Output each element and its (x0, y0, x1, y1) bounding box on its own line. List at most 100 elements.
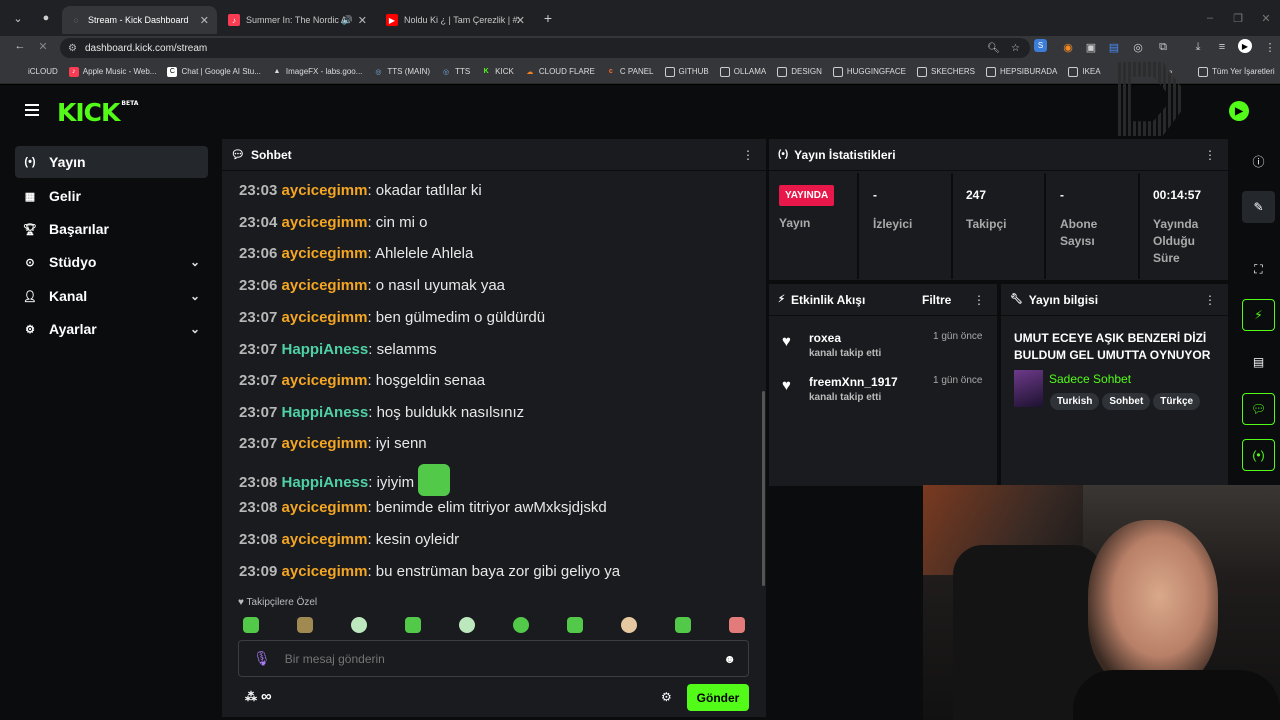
stream-info-menu-icon[interactable]: ⋮ (1204, 293, 1216, 307)
bookmark-cpanel[interactable]: cC PANEL (606, 67, 654, 77)
close-window-icon[interactable]: ✕ (1258, 10, 1274, 26)
emote-icon[interactable] (351, 617, 367, 633)
chat-settings-icon[interactable]: ⚙ (661, 690, 672, 704)
send-button[interactable]: Gönder (687, 684, 749, 711)
microphone-icon[interactable]: 🎙︎ (253, 650, 271, 667)
kick-logo[interactable]: KICK BETA (57, 98, 138, 127)
emote-icon[interactable] (405, 617, 421, 633)
bookmark-tts-main[interactable]: ◎ TTS (MAIN) (373, 67, 430, 77)
tts-icon: ◎ (443, 68, 450, 76)
media-control-icon[interactable]: ≡ (1214, 39, 1230, 55)
user-avatar[interactable]: ▶ (1229, 101, 1249, 121)
back-icon[interactable]: ← (12, 38, 28, 54)
chat-input-box[interactable]: 🎙︎ ☻ (238, 640, 749, 677)
bookmark-ai-studio[interactable]: C Chat | Google AI Stu... (167, 66, 261, 77)
emote-icon[interactable] (297, 617, 313, 633)
chat-menu-icon[interactable]: ⋮ (742, 148, 754, 162)
bookmark-cloudflare[interactable]: ☁ CLOUD FLARE (525, 67, 595, 77)
tab-search-icon[interactable]: ⌄ (10, 10, 26, 26)
emote-icon[interactable] (675, 617, 691, 633)
close-tab-icon[interactable]: ✕ (358, 14, 367, 27)
bookmark-kick[interactable]: K KICK (481, 67, 514, 77)
tag[interactable]: Türkçe (1153, 393, 1201, 410)
tag[interactable]: Sohbet (1102, 393, 1151, 410)
activity-event-time: 1 gün önce (933, 331, 983, 342)
bookmark-icloud[interactable]: iCLOUD (14, 67, 58, 77)
url-text: dashboard.kick.com/stream (84, 42, 208, 54)
bookmark-folder-huggingface[interactable]: HUGGINGFACE (832, 66, 906, 77)
loading-icon: ◌ (73, 15, 79, 25)
notes-rail-icon[interactable]: ▤ (1242, 346, 1275, 378)
stats-menu-icon[interactable]: ⋮ (1204, 148, 1216, 162)
url-field[interactable]: ⚙ dashboard.kick.com/stream 🔍︎ ☆ (60, 38, 1030, 58)
maximize-icon[interactable]: ❐ (1230, 10, 1246, 26)
browser-tab-stream[interactable]: ◌ Stream - Kick Dashboard ✕ (62, 6, 217, 34)
bookmark-folder-ikea[interactable]: IKEA (1068, 66, 1101, 77)
bookmark-imagefx[interactable]: ▲ ImageFX - labs.goo... (272, 67, 362, 77)
filter-button[interactable]: Filtre (922, 293, 951, 307)
new-tab-icon[interactable]: + (540, 10, 556, 26)
bookmark-folder-ollama[interactable]: OLLAMA (719, 66, 766, 77)
extension-s-icon[interactable]: S (1034, 39, 1047, 52)
chat-header: 💬︎ Sohbet (222, 139, 766, 171)
category-thumbnail[interactable] (1014, 370, 1043, 407)
emote-icon[interactable] (729, 617, 745, 633)
extension-gamepad-icon[interactable]: ▣ (1083, 39, 1099, 55)
bookmark-folder-github[interactable]: GITHUB (664, 66, 709, 77)
browser-menu-icon[interactable]: ⋮ (1262, 39, 1278, 55)
minimize-icon[interactable]: – (1202, 10, 1218, 26)
browser-tab-music[interactable]: ♪ Summer In: The Nordic Arc 🔊 ✕ (220, 6, 375, 34)
sidebar-item-gelir[interactable]: ▦ Gelir (15, 180, 208, 212)
stat-takipci: 247 Takipçi (966, 188, 1007, 231)
bookmark-apple-music[interactable]: ♪ Apple Music - Web... (68, 66, 156, 77)
bookmark-folder-skechers[interactable]: SKECHERS (917, 66, 975, 77)
zoom-icon[interactable]: 🔍︎ (987, 43, 1000, 54)
site-info-icon[interactable]: ⚙ (68, 43, 77, 54)
channel-points[interactable]: ⁂ ∞ (245, 688, 272, 705)
sidebar-item-studyo[interactable]: ⊙ Stüdyo ⌄ (15, 246, 208, 278)
chat-scrollbar[interactable] (762, 391, 765, 586)
browser-tab-youtube[interactable]: ▶ Noldu Ki ¿ | Tam Çerezlik | #244 ✕ (378, 6, 533, 34)
close-tab-icon[interactable]: ✕ (200, 14, 209, 27)
emote-icon[interactable] (513, 617, 529, 633)
sidebar-item-basarilar[interactable]: 🏆︎ Başarılar (15, 213, 208, 245)
bookmark-folder-hepsiburada[interactable]: HEPSIBURADA (986, 66, 1057, 77)
frog-emote-icon (418, 464, 451, 496)
activity-rail-icon[interactable]: ⚡︎ (1242, 299, 1275, 331)
emote-icon[interactable] (621, 617, 637, 633)
chat-rail-icon[interactable]: 💬︎ (1242, 393, 1275, 425)
sidebar-item-kanal[interactable]: 👤︎ Kanal ⌄ (15, 280, 208, 312)
extensions-icon[interactable]: ⧉ (1155, 39, 1171, 55)
emote-icon[interactable] (567, 617, 583, 633)
emoji-picker-icon[interactable]: ☻ (723, 652, 736, 666)
sidebar-item-ayarlar[interactable]: ⚙ Ayarlar ⌄ (15, 313, 208, 345)
extension-circle-icon[interactable]: ◎ (1130, 39, 1146, 55)
webcam-overlay (923, 485, 1280, 720)
sidebar-item-yayin[interactable]: (•) Yayın (15, 146, 208, 178)
bookmark-tts[interactable]: ◎ TTS (441, 67, 470, 77)
info-rail-icon[interactable]: ⓘ (1242, 145, 1275, 177)
hamburger-menu-icon[interactable] (25, 104, 39, 116)
emote-icon[interactable] (459, 617, 475, 633)
broadcast-rail-icon[interactable]: (•) (1242, 439, 1275, 471)
pinned-tab-icon[interactable]: ● (38, 10, 54, 26)
extension-translate-icon[interactable]: ▤ (1106, 39, 1122, 55)
screenshot-rail-icon[interactable]: ⛶ (1242, 253, 1275, 285)
apple-music-icon: ♪ (228, 14, 240, 26)
profile-icon[interactable]: ▶ (1238, 39, 1252, 53)
download-icon[interactable]: ⤓ (1190, 39, 1206, 55)
all-bookmarks[interactable]: Tüm Yer İşaretleri (1198, 66, 1275, 77)
bookmark-folder-design[interactable]: DESIGN (777, 66, 822, 77)
edit-rail-icon[interactable]: ✎ (1242, 191, 1275, 223)
tag[interactable]: Turkish (1050, 393, 1100, 410)
extension-orange-icon[interactable]: ◉ (1060, 39, 1076, 55)
forward-icon[interactable]: ✕ (35, 38, 51, 54)
emote-icon[interactable] (243, 617, 259, 633)
close-tab-icon[interactable]: ✕ (516, 14, 525, 27)
category-name[interactable]: Sadece Sohbet (1049, 372, 1131, 386)
star-icon[interactable]: ☆ (1011, 43, 1020, 54)
chevron-down-icon: ⌄ (189, 322, 200, 336)
folder-icon (777, 66, 788, 77)
chat-message-input[interactable] (284, 651, 705, 666)
activity-menu-icon[interactable]: ⋮ (973, 293, 985, 307)
